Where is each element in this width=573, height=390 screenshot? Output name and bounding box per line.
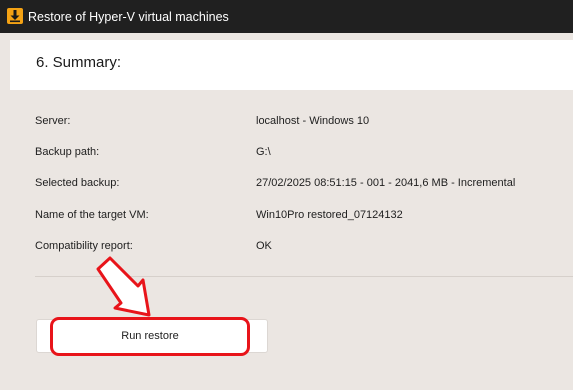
selected-backup-value: 27/02/2025 08:51:15 - 001 - 2041,6 MB - …: [256, 177, 516, 189]
compatibility-label: Compatibility report:: [35, 240, 133, 252]
server-value: localhost - Windows 10: [256, 115, 370, 127]
compatibility-value: OK: [256, 240, 272, 252]
backup-path-label: Backup path:: [35, 146, 100, 158]
window-frame: [0, 33, 3, 390]
window-title: Restore of Hyper-V virtual machines: [28, 10, 229, 24]
run-restore-button[interactable]: Run restore: [50, 317, 250, 356]
target-vm-value: Win10Pro restored_07124132: [256, 209, 403, 221]
title-bar: Restore of Hyper-V virtual machines: [0, 0, 573, 33]
step-title: 6. Summary:: [36, 54, 122, 71]
selected-backup-label: Selected backup:: [35, 177, 120, 189]
annotation-arrow-icon: [96, 256, 151, 317]
download-arrow-icon: [7, 8, 23, 24]
backup-path-value: G:\: [256, 146, 271, 158]
step-header: 6. Summary:: [10, 40, 573, 90]
server-label: Server:: [35, 115, 71, 127]
run-restore-label: Run restore: [121, 330, 179, 342]
target-vm-label: Name of the target VM:: [35, 209, 149, 221]
